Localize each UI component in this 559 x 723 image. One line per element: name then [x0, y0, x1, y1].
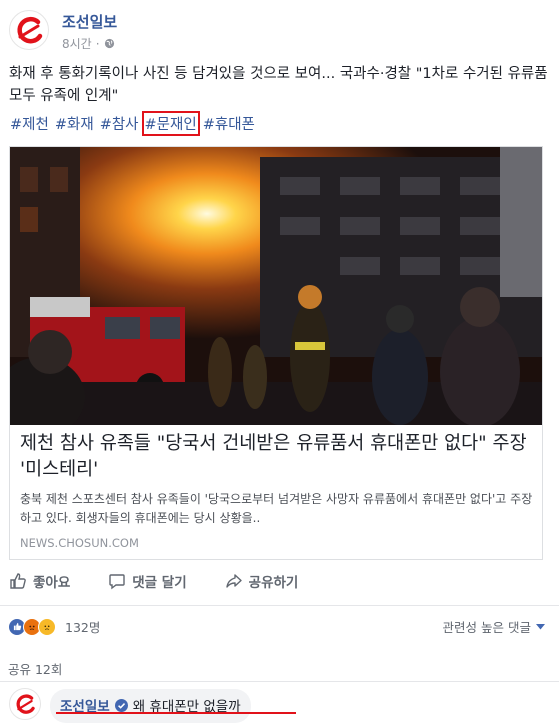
divider	[0, 605, 559, 606]
reaction-summary[interactable]: 132명	[8, 617, 100, 636]
reaction-icons	[8, 617, 56, 636]
article-description: 충북 제천 스포츠센터 참사 유족들이 '당국으로부터 넘겨받은 사망자 유류품…	[20, 492, 533, 525]
share-button[interactable]: 공유하기	[225, 568, 299, 594]
post-actions: 좋아요 댓글 달기 공유하기	[9, 568, 543, 594]
article-domain: NEWS.CHOSUN.COM	[20, 536, 139, 550]
sad-reaction-icon	[38, 617, 56, 636]
post-time[interactable]: 8시간	[62, 35, 92, 52]
hashtag-jecheon[interactable]: #제천	[9, 113, 50, 134]
like-button[interactable]: 좋아요	[9, 568, 70, 594]
post-text: 화재 후 통화기록이나 사진 등 담겨있을 것으로 보여... 국과수·경찰 "…	[9, 66, 548, 104]
link-preview-card[interactable]: 제천 참사 유족들 "당국서 건네받은 유류품서 휴대폰만 없다" 주장 '미스…	[9, 146, 543, 560]
hashtag-phone[interactable]: #휴대폰	[202, 113, 256, 134]
hashtag-moonjaein[interactable]: #문재인	[141, 111, 200, 136]
verified-badge-icon	[114, 698, 128, 712]
hashtag-disaster[interactable]: #참사	[99, 113, 140, 134]
chosun-logo-icon	[16, 694, 35, 714]
fire-scene-photo	[10, 147, 542, 425]
like-label: 좋아요	[33, 575, 71, 591]
comment-button[interactable]: 댓글 달기	[108, 568, 187, 594]
page-avatar[interactable]	[9, 10, 49, 50]
comment-bubble: 조선일보 왜 휴대폰만 없을까	[50, 689, 251, 723]
commenter-avatar[interactable]	[9, 688, 41, 720]
chosun-logo-icon	[17, 16, 43, 44]
comment-icon	[109, 574, 125, 590]
reaction-count[interactable]: 132명	[65, 617, 100, 636]
article-title[interactable]: 제천 참사 유족들 "당국서 건네받은 유류품서 휴대폰만 없다" 주장 '미스…	[20, 431, 536, 483]
post-meta: 8시간 ·	[62, 35, 115, 52]
thumbs-up-icon	[10, 573, 26, 589]
divider	[0, 681, 559, 682]
article-photo[interactable]	[10, 147, 542, 425]
hashtag-fire[interactable]: #화재	[54, 113, 95, 134]
globe-icon	[104, 38, 114, 49]
sort-label: 관련성 높은 댓글	[442, 620, 531, 635]
page-name-link[interactable]: 조선일보	[62, 11, 117, 32]
comment-sort-dropdown[interactable]: 관련성 높은 댓글	[443, 617, 545, 636]
hashtag-list: #제천 #화재 #참사 #문재인 #휴대폰	[9, 111, 256, 136]
caret-down-icon	[536, 623, 545, 629]
red-underline-annotation	[56, 712, 296, 714]
comment-label: 댓글 달기	[132, 575, 187, 591]
share-label: 공유하기	[248, 575, 299, 591]
share-arrow-icon	[225, 574, 242, 588]
share-count[interactable]: 공유 12회	[8, 659, 62, 678]
